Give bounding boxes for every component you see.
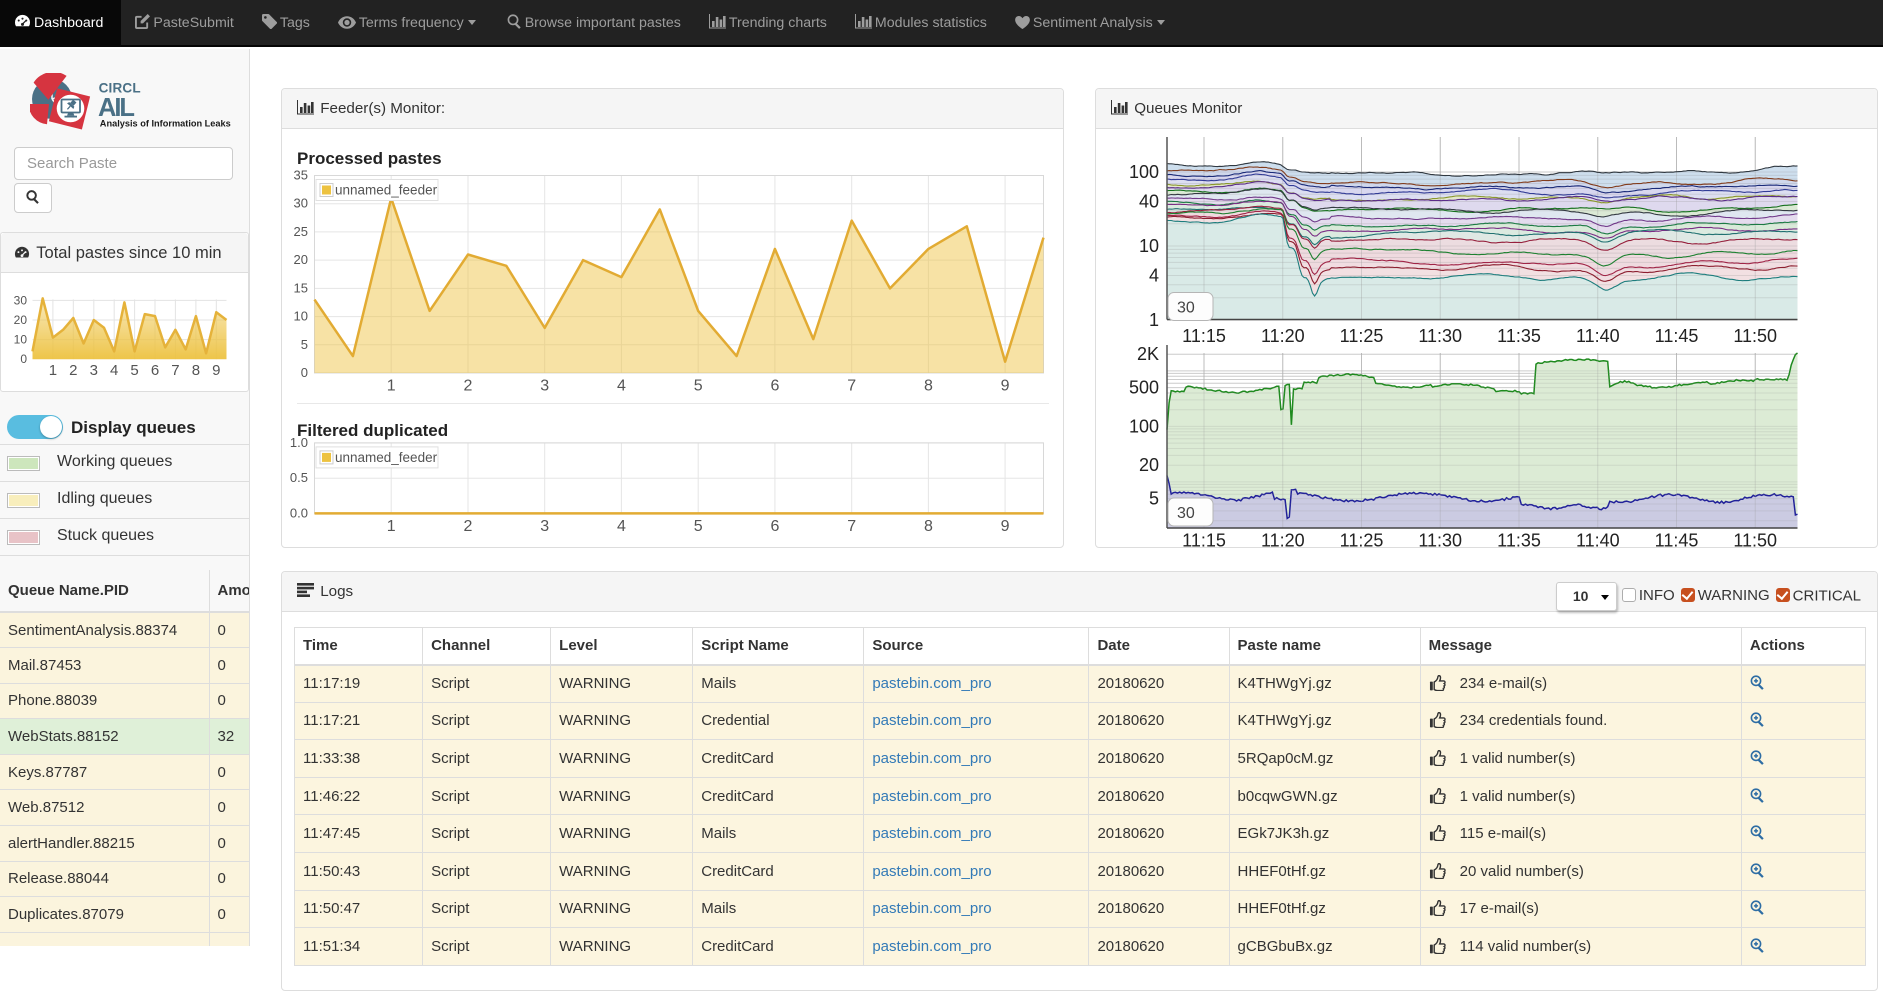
svg-text:6: 6	[770, 518, 779, 535]
svg-text:30: 30	[14, 293, 28, 307]
svg-text:9: 9	[212, 362, 220, 379]
svg-text:8: 8	[924, 378, 933, 395]
svg-text:4: 4	[1149, 265, 1159, 285]
svg-text:30: 30	[1177, 300, 1195, 317]
svg-text:100: 100	[1129, 162, 1159, 182]
svg-text:0.0: 0.0	[290, 505, 308, 520]
svg-text:10: 10	[14, 333, 28, 347]
svg-text:0: 0	[20, 352, 27, 366]
svg-text:10: 10	[1139, 236, 1159, 256]
svg-text:4: 4	[617, 378, 626, 395]
svg-text:4: 4	[617, 518, 626, 535]
svg-text:9: 9	[1001, 378, 1010, 395]
svg-text:11:25: 11:25	[1340, 326, 1384, 346]
svg-text:11:20: 11:20	[1261, 326, 1305, 346]
svg-text:20: 20	[1139, 455, 1159, 475]
svg-text:1: 1	[49, 362, 57, 379]
svg-text:1.0: 1.0	[290, 437, 308, 450]
svg-text:6: 6	[151, 362, 159, 379]
svg-text:30: 30	[1177, 505, 1195, 522]
svg-text:11:40: 11:40	[1576, 326, 1620, 346]
svg-text:11:40: 11:40	[1576, 531, 1620, 549]
svg-text:20: 20	[14, 313, 28, 327]
svg-text:2: 2	[464, 518, 473, 535]
svg-text:1: 1	[387, 378, 396, 395]
svg-text:9: 9	[1001, 518, 1010, 535]
svg-text:15: 15	[294, 280, 308, 295]
svg-text:7: 7	[847, 518, 856, 535]
svg-text:0: 0	[301, 365, 308, 380]
svg-text:4: 4	[110, 362, 118, 379]
svg-text:2: 2	[464, 378, 473, 395]
svg-text:11:45: 11:45	[1655, 531, 1699, 549]
svg-text:30: 30	[294, 196, 308, 211]
svg-text:11:30: 11:30	[1418, 326, 1462, 346]
svg-text:1: 1	[387, 518, 396, 535]
svg-text:20: 20	[294, 252, 308, 267]
svg-text:6: 6	[770, 378, 779, 395]
svg-text:3: 3	[90, 362, 98, 379]
svg-text:11:50: 11:50	[1733, 326, 1777, 346]
svg-text:11:35: 11:35	[1497, 531, 1541, 549]
svg-text:11:45: 11:45	[1655, 326, 1699, 346]
svg-text:7: 7	[171, 362, 179, 379]
svg-text:unnamed_feeder: unnamed_feeder	[335, 183, 438, 198]
svg-text:40: 40	[1139, 191, 1159, 211]
svg-text:3: 3	[540, 518, 549, 535]
svg-text:0.5: 0.5	[290, 470, 308, 485]
svg-text:11:35: 11:35	[1497, 326, 1541, 346]
svg-text:11:25: 11:25	[1340, 531, 1384, 549]
svg-text:11:20: 11:20	[1261, 531, 1305, 549]
svg-text:2K: 2K	[1137, 344, 1159, 364]
svg-text:5: 5	[1149, 489, 1159, 509]
svg-text:5: 5	[130, 362, 138, 379]
svg-text:3: 3	[540, 378, 549, 395]
svg-text:10: 10	[294, 309, 308, 324]
svg-text:Analysis of Information Leaks: Analysis of Information Leaks	[100, 119, 231, 130]
svg-text:5: 5	[694, 378, 703, 395]
svg-text:500: 500	[1129, 378, 1159, 398]
svg-text:2: 2	[69, 362, 77, 379]
svg-text:35: 35	[294, 168, 308, 183]
svg-text:11:50: 11:50	[1733, 531, 1777, 549]
svg-text:8: 8	[192, 362, 200, 379]
svg-text:unnamed_feeder: unnamed_feeder	[335, 450, 438, 465]
svg-text:25: 25	[294, 224, 308, 239]
svg-text:11:30: 11:30	[1418, 531, 1462, 549]
svg-text:8: 8	[924, 518, 933, 535]
svg-text:1: 1	[1149, 310, 1159, 330]
svg-text:100: 100	[1129, 416, 1159, 436]
svg-text:7: 7	[847, 378, 856, 395]
svg-text:11:15: 11:15	[1182, 531, 1226, 549]
svg-text:5: 5	[301, 337, 308, 352]
svg-text:11:15: 11:15	[1182, 326, 1226, 346]
svg-text:5: 5	[694, 518, 703, 535]
svg-text:AIL: AIL	[98, 94, 135, 122]
